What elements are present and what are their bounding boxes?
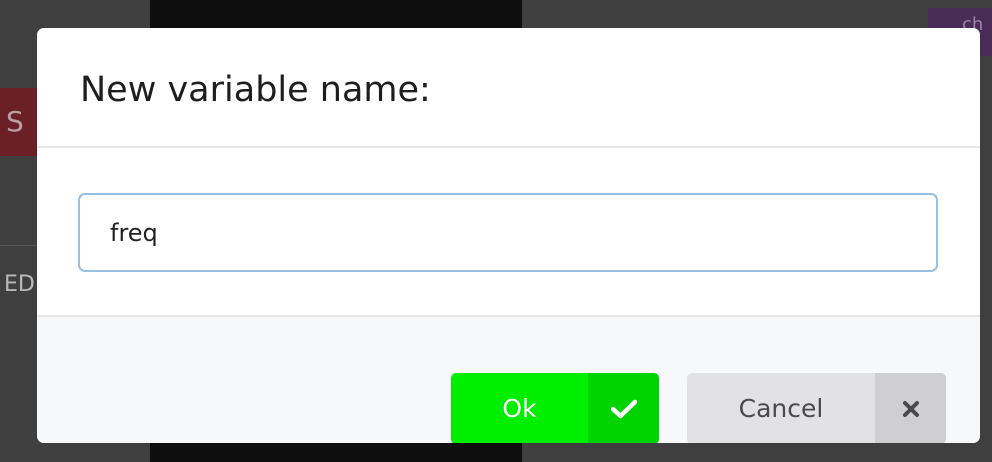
check-icon [588,373,659,443]
close-icon [875,373,946,443]
cancel-button[interactable]: Cancel [687,373,946,443]
ok-button-label: Ok [502,394,537,423]
background-text: ED [4,272,35,297]
variable-name-input[interactable] [78,193,938,272]
background-chip: S [0,88,40,156]
ok-button[interactable]: Ok [451,373,659,443]
dialog-header: New variable name: [37,28,980,148]
dialog-title: New variable name: [80,70,431,110]
variable-name-dialog: New variable name: Ok Cancel [37,28,980,443]
dialog-footer: Ok Cancel [37,315,980,443]
background-divider [0,245,40,246]
cancel-button-label: Cancel [738,394,824,423]
dialog-body [37,148,980,315]
